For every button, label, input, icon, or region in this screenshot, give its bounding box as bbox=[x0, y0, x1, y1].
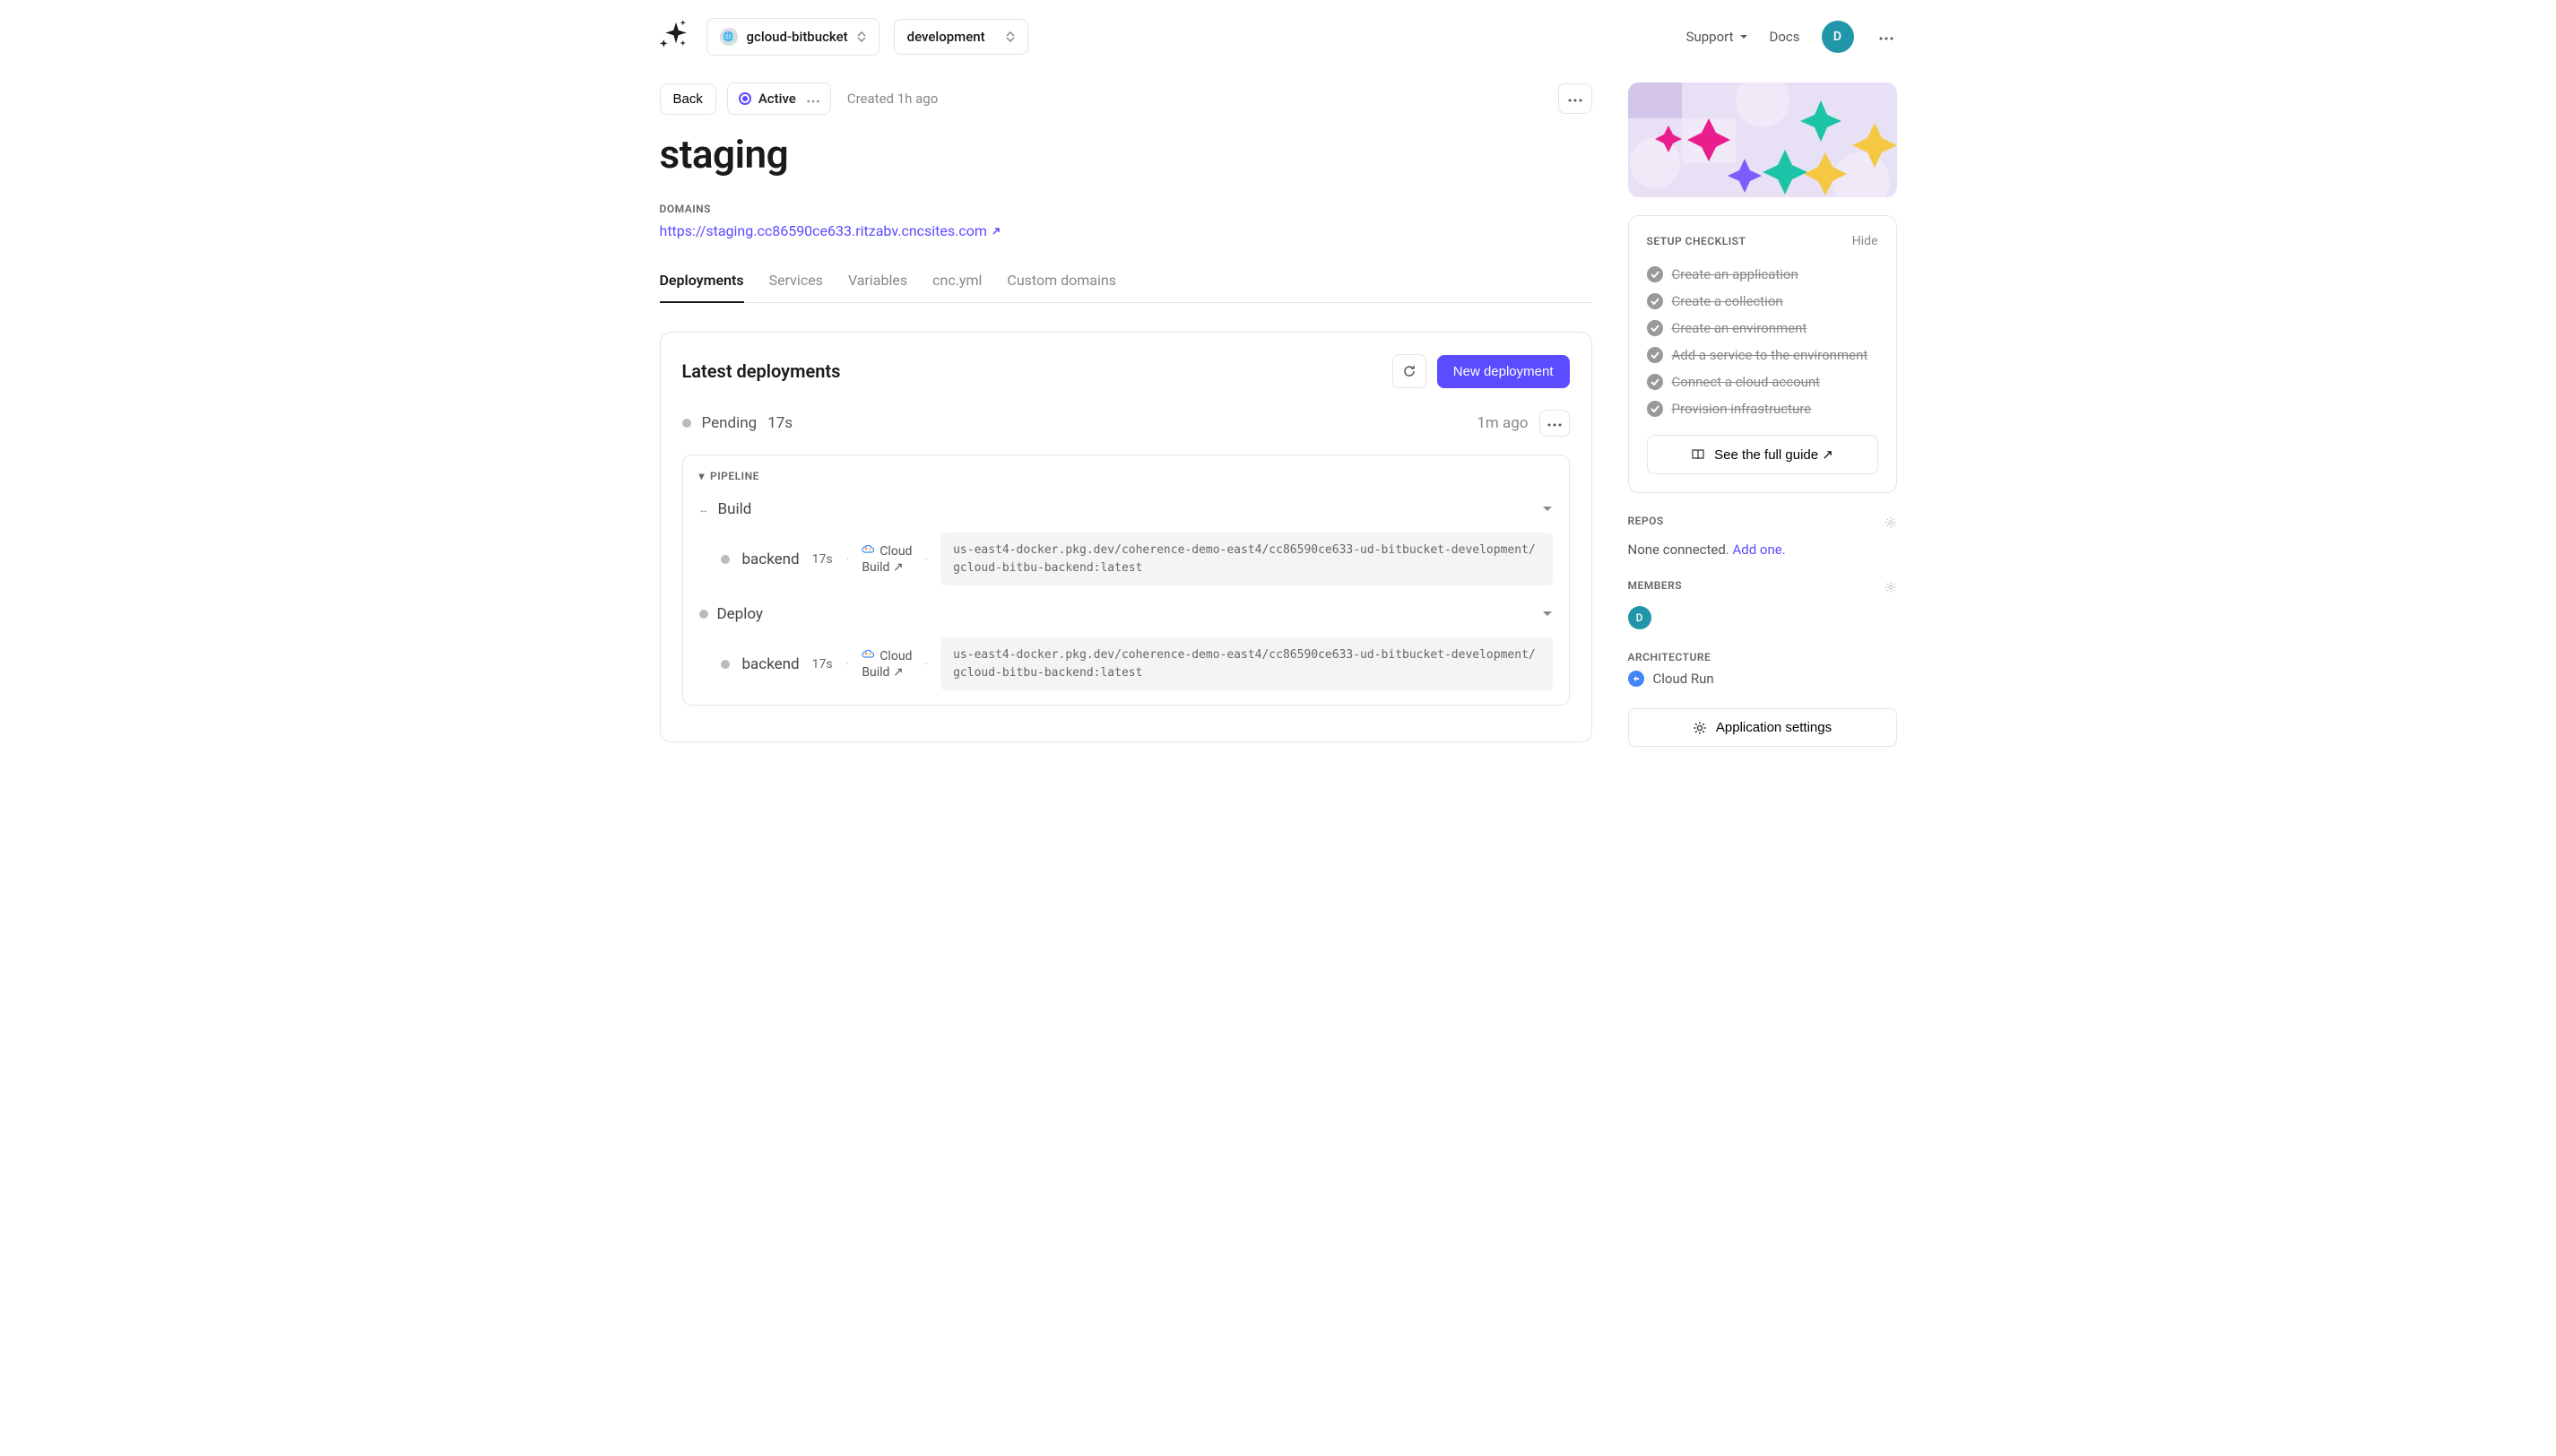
image-path: us-east4-docker.pkg.dev/coherence-demo-e… bbox=[940, 637, 1552, 690]
status-dot-icon bbox=[721, 555, 730, 564]
stage-header[interactable]: Deploy bbox=[699, 600, 1553, 628]
refresh-icon bbox=[1402, 364, 1417, 378]
caret-down-icon: ▾ bbox=[699, 470, 706, 482]
step-row: backend 17s · Cloud bbox=[721, 533, 1553, 585]
deploy-status: Pending bbox=[702, 414, 758, 432]
deployments-title: Latest deployments bbox=[682, 360, 841, 382]
checklist-card: SETUP CHECKLIST Hide Create an applicati… bbox=[1628, 215, 1897, 493]
new-deployment-button[interactable]: New deployment bbox=[1437, 355, 1570, 388]
checklist-item: Create an application bbox=[1647, 261, 1878, 288]
page-title: staging bbox=[660, 131, 1592, 178]
check-icon bbox=[1647, 293, 1663, 309]
status-indicator-icon bbox=[739, 92, 751, 105]
tabs: Deployments Services Variables cnc.yml C… bbox=[660, 272, 1592, 303]
status-dot-icon bbox=[699, 610, 708, 619]
tab-variables[interactable]: Variables bbox=[848, 272, 907, 303]
cloud-build-link[interactable]: Cloud Build ↗ bbox=[862, 544, 912, 575]
tab-services[interactable]: Services bbox=[769, 272, 823, 303]
project-name: gcloud-bitbucket bbox=[747, 29, 848, 45]
arrows-icon: ↔ bbox=[699, 504, 709, 516]
environment-name: development bbox=[907, 29, 985, 45]
members-section: MEMBERS D bbox=[1628, 579, 1897, 629]
chevron-down-icon bbox=[1542, 502, 1553, 516]
stage-build: ↔ Build backend 17s bbox=[699, 495, 1553, 585]
docs-link[interactable]: Docs bbox=[1770, 29, 1800, 45]
book-icon bbox=[1691, 448, 1705, 461]
cloud-run-icon bbox=[1628, 671, 1644, 687]
stage-deploy: Deploy backend 17s · bbox=[699, 600, 1553, 690]
checklist-item: Create a collection bbox=[1647, 288, 1878, 315]
tab-cnc-yml[interactable]: cnc.yml bbox=[932, 272, 982, 303]
check-icon bbox=[1647, 401, 1663, 417]
support-link[interactable]: Support bbox=[1686, 29, 1748, 45]
cloud-build-link[interactable]: Cloud Build ↗ bbox=[862, 649, 912, 680]
application-settings-button[interactable]: Application settings bbox=[1628, 708, 1897, 747]
chevrons-icon bbox=[857, 31, 866, 42]
gcloud-icon bbox=[862, 649, 874, 663]
deploy-time: 1m ago bbox=[1477, 414, 1528, 432]
gcloud-icon bbox=[862, 544, 874, 559]
tab-deployments[interactable]: Deployments bbox=[660, 272, 744, 303]
hide-checklist-link[interactable]: Hide bbox=[1852, 234, 1878, 248]
logo[interactable] bbox=[660, 21, 692, 53]
deploy-duration: 17s bbox=[767, 414, 793, 432]
deploy-more-button[interactable] bbox=[1539, 410, 1570, 437]
banner-image bbox=[1628, 82, 1897, 197]
pipeline-box: ▾ PIPELINE ↔ Build bbox=[682, 455, 1570, 706]
status-dot-icon bbox=[721, 660, 730, 669]
project-dropdown[interactable]: 🌐 gcloud-bitbucket bbox=[706, 18, 879, 56]
checklist-item: Add a service to the environment bbox=[1647, 342, 1878, 368]
user-avatar[interactable]: D bbox=[1822, 21, 1854, 53]
step-row: backend 17s · Cloud bbox=[721, 637, 1553, 690]
page-more-button[interactable] bbox=[1558, 83, 1592, 114]
checklist-item: Connect a cloud account bbox=[1647, 368, 1878, 395]
status-dot-icon bbox=[682, 419, 691, 428]
full-guide-button[interactable]: See the full guide ↗ bbox=[1647, 435, 1878, 474]
architecture-section: ARCHITECTURE Cloud Run bbox=[1628, 651, 1897, 687]
created-text: Created 1h ago bbox=[847, 91, 938, 107]
domains-label: DOMAINS bbox=[660, 203, 1592, 215]
deployment-item: Pending 17s 1m ago ▾ PIPELINE bbox=[682, 410, 1570, 720]
status-more-icon[interactable] bbox=[803, 91, 819, 107]
check-icon bbox=[1647, 320, 1663, 336]
check-icon bbox=[1647, 347, 1663, 363]
chevron-down-icon bbox=[1542, 607, 1553, 621]
header-more-icon[interactable] bbox=[1876, 26, 1897, 48]
refresh-button[interactable] bbox=[1392, 354, 1426, 388]
repos-section: REPOS None connected. Add one. bbox=[1628, 515, 1897, 558]
chevrons-icon bbox=[1006, 31, 1015, 42]
environment-dropdown[interactable]: development bbox=[894, 19, 1028, 55]
checklist-item: Provision infrastructure bbox=[1647, 395, 1878, 422]
back-button[interactable]: Back bbox=[660, 83, 716, 115]
tab-custom-domains[interactable]: Custom domains bbox=[1007, 272, 1116, 303]
image-path: us-east4-docker.pkg.dev/coherence-demo-e… bbox=[940, 533, 1552, 585]
checklist-title: SETUP CHECKLIST bbox=[1647, 235, 1746, 247]
gear-icon[interactable] bbox=[1885, 516, 1897, 533]
add-repo-link[interactable]: Add one. bbox=[1733, 542, 1786, 558]
stage-header[interactable]: ↔ Build bbox=[699, 495, 1553, 524]
pipeline-header[interactable]: ▾ PIPELINE bbox=[699, 470, 1553, 482]
external-link-icon bbox=[991, 226, 1001, 237]
member-avatar[interactable]: D bbox=[1628, 606, 1651, 629]
check-icon bbox=[1647, 374, 1663, 390]
deployments-card: Latest deployments New deployment Pendin… bbox=[660, 332, 1592, 742]
checklist-item: Create an environment bbox=[1647, 315, 1878, 342]
caret-down-icon bbox=[1739, 34, 1748, 39]
check-icon bbox=[1647, 266, 1663, 282]
project-icon: 🌐 bbox=[720, 28, 738, 46]
gear-icon bbox=[1693, 721, 1707, 735]
domain-link[interactable]: https://staging.cc86590ce633.ritzabv.cnc… bbox=[660, 222, 1001, 239]
gear-icon[interactable] bbox=[1885, 581, 1897, 597]
status-badge[interactable]: Active bbox=[727, 82, 831, 115]
repos-text: None connected. Add one. bbox=[1628, 542, 1897, 558]
